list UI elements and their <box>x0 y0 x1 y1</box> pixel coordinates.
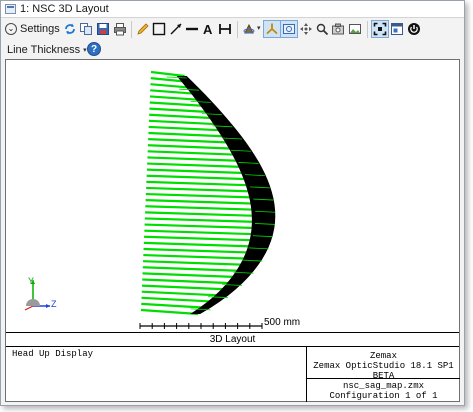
scale-bar <box>139 323 263 329</box>
ray-line <box>141 296 218 303</box>
configuration-label: Configuration 1 of 1 <box>329 391 438 401</box>
window-button[interactable] <box>388 20 406 38</box>
window-title: 1: NSC 3D Layout <box>20 3 109 15</box>
toolbar-separator <box>131 21 132 38</box>
copy-icon <box>80 23 92 35</box>
rectangle-icon <box>152 22 166 36</box>
ray-line <box>141 284 234 291</box>
plot-info-panel: 3D Layout Head Up Display Zemax Zemax Op… <box>6 332 460 402</box>
camera-icon <box>332 23 344 35</box>
ray-line <box>142 278 241 285</box>
main-toolbar: ⌄ Settings A ▾ <box>1 18 464 41</box>
settings-button[interactable]: ⌄ Settings <box>5 21 60 37</box>
chevron-down-icon: ⌄ <box>5 23 17 35</box>
dimension-button[interactable] <box>216 20 234 38</box>
help-icon[interactable]: ? <box>87 42 101 56</box>
software-name: Zemax <box>369 351 397 361</box>
fit-button[interactable] <box>371 20 389 38</box>
title-bar[interactable]: 1: NSC 3D Layout <box>1 1 464 18</box>
pencil-icon <box>137 23 149 35</box>
ray-line <box>141 290 227 297</box>
zoom-icon <box>316 23 329 36</box>
z-axis-label: Z <box>51 299 57 309</box>
layout-viewport[interactable]: Y Z 500 mm 3D Layout Head Up Display Zem… <box>5 59 460 402</box>
power-button[interactable] <box>405 20 423 38</box>
file-name: nsc_sag_map.zmx <box>342 381 424 391</box>
image-button[interactable] <box>346 20 364 38</box>
fit-icon <box>373 22 387 36</box>
save-icon <box>97 23 109 35</box>
pan-icon <box>300 23 312 35</box>
power-icon <box>408 23 420 35</box>
refresh-icon <box>65 23 75 35</box>
plot-title: 3D Layout <box>6 333 459 347</box>
line-button[interactable] <box>183 20 201 38</box>
x-axis-line <box>24 305 34 311</box>
rotate-button[interactable]: ▾ <box>240 20 261 38</box>
line-thickness-label: Line Thickness <box>7 44 81 56</box>
secondary-toolbar: Line Thickness ▾ ? <box>1 41 464 59</box>
ray-line <box>140 308 199 316</box>
ray-line <box>141 302 209 309</box>
file-info: nsc_sag_map.zmx Configuration 1 of 1 <box>307 379 460 402</box>
layout-plot: Y Z <box>24 70 276 329</box>
ray-line <box>150 70 185 78</box>
ray-line <box>143 260 257 267</box>
print-icon <box>114 23 126 36</box>
rotate-view-button[interactable] <box>280 20 298 38</box>
y-axis-label: Y <box>28 276 34 286</box>
toolbar-separator <box>367 21 368 38</box>
print-button[interactable] <box>111 20 129 38</box>
line-icon <box>186 27 198 31</box>
axis-indicator: Y Z <box>24 276 57 311</box>
ray-line <box>143 247 264 255</box>
info-box: Zemax Zemax OpticStudio 18.1 SP1 BETA ns… <box>306 346 460 402</box>
dimension-icon <box>219 24 231 34</box>
axes-button[interactable] <box>263 20 281 38</box>
camera-button[interactable] <box>329 20 347 38</box>
line-thickness-dropdown[interactable]: Line Thickness ▾ <box>7 42 87 58</box>
ray-line <box>143 253 261 261</box>
toolbar-separator <box>237 21 238 38</box>
head-up-display-label: Head Up Display <box>12 349 94 359</box>
window-icon <box>5 4 16 14</box>
rectangle-button[interactable] <box>150 20 168 38</box>
arrow-icon <box>170 23 182 35</box>
copy-button[interactable] <box>77 20 95 38</box>
ray-line <box>142 272 247 279</box>
scale-label: 500 mm <box>264 317 301 328</box>
ray-line <box>142 266 252 273</box>
window-icon <box>391 23 403 35</box>
svg-text:A: A <box>203 22 213 36</box>
axis-origin-marker <box>26 299 40 306</box>
save-button[interactable] <box>94 20 112 38</box>
axes-icon <box>266 23 278 35</box>
layout-window: 1: NSC 3D Layout ⌄ Settings A ▾ Line Thi… <box>0 0 465 406</box>
z-axis-arrowhead <box>46 304 50 308</box>
software-info: Zemax Zemax OpticStudio 18.1 SP1 BETA <box>307 346 460 381</box>
rotate-view-icon <box>283 24 295 34</box>
image-icon <box>349 24 361 34</box>
software-version: Zemax OpticStudio 18.1 SP1 BETA <box>313 361 454 381</box>
settings-label: Settings <box>20 23 60 35</box>
rotate-icon <box>243 23 255 34</box>
text-icon: A <box>203 22 213 36</box>
